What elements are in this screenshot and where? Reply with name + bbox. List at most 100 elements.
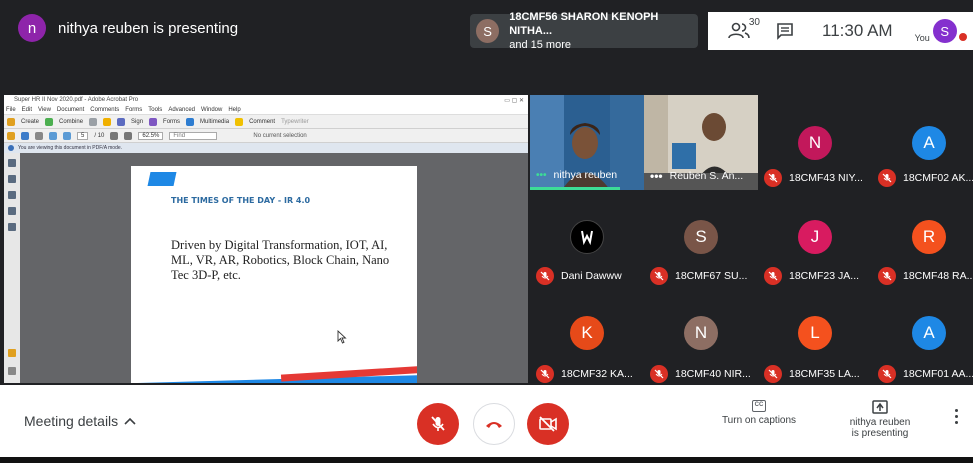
window-buttons: ▭ ▢ ✕ [504, 98, 524, 104]
participant-tile[interactable]: A 18CMF02 AK... [872, 95, 973, 188]
present-now-button[interactable]: nithya reuben is presenting [830, 400, 930, 439]
menu-document[interactable]: Document [57, 106, 84, 114]
mic-off-icon [764, 169, 782, 187]
participant-avatar: R [912, 220, 946, 254]
menu-file[interactable]: File [6, 106, 16, 114]
mic-off-icon [536, 365, 554, 383]
participant-tile[interactable]: J 18CMF23 JA... [758, 193, 872, 286]
meeting-details-button[interactable]: Meeting details [24, 413, 136, 429]
participant-tile[interactable]: N 18CMF40 NIR... [644, 291, 758, 384]
tile-label: 18CMF32 KA... [536, 365, 633, 383]
document-area: THE TIMES OF THE DAY - IR 4.0 Driven by … [4, 153, 528, 383]
bookmarks-icon[interactable] [8, 175, 16, 183]
tb-typewriter[interactable]: Typewriter [281, 119, 309, 125]
more-options-icon: ••• [650, 169, 663, 183]
participant-avatar: S [684, 220, 718, 254]
chat-button[interactable] [770, 16, 800, 46]
leave-call-button[interactable] [473, 403, 515, 445]
mouse-cursor-icon [337, 330, 347, 344]
print-icon[interactable] [35, 131, 43, 140]
tb-multimedia[interactable]: Multimedia [200, 119, 229, 125]
menu-tools[interactable]: Tools [148, 106, 162, 114]
menu-help[interactable]: Help [228, 106, 240, 114]
presenter-text: nithya reuben is presenting [58, 19, 239, 37]
speaking-indicator [530, 187, 620, 190]
tile-label: 18CMF43 NIY... [764, 169, 863, 187]
comments-icon[interactable] [8, 223, 16, 231]
zoom-field[interactable]: 62.5% [138, 131, 164, 140]
participant-tile[interactable]: Dani Dawww [530, 193, 644, 286]
menu-comments[interactable]: Comments [90, 106, 119, 114]
pdf-page: THE TIMES OF THE DAY - IR 4.0 Driven by … [131, 166, 417, 383]
signatures-icon[interactable] [8, 191, 16, 199]
slide-title: THE TIMES OF THE DAY - IR 4.0 [171, 196, 311, 205]
security-icon[interactable] [8, 367, 16, 375]
you-label: You [914, 33, 930, 43]
menu-edit[interactable]: Edit [22, 106, 32, 114]
forms-icon [149, 117, 158, 126]
mic-toggle-button[interactable] [417, 403, 459, 445]
participant-tile[interactable]: ••• nithya reuben [530, 95, 644, 190]
people-button[interactable]: 30 [724, 16, 760, 46]
page-number-field[interactable]: 5 [77, 131, 89, 140]
participant-tile[interactable]: ••• Reuben S. An... [644, 95, 758, 190]
self-account[interactable]: You S [915, 19, 967, 43]
create-icon [7, 117, 15, 126]
tile-label: 18CMF67 SU... [650, 267, 747, 285]
participant-tile[interactable]: K 18CMF32 KA... [530, 291, 644, 384]
tile-name: 18CMF43 NIY... [789, 172, 863, 184]
more-options-button[interactable] [953, 409, 959, 427]
participant-avatar: J [798, 220, 832, 254]
tb-create[interactable]: Create [21, 119, 39, 125]
zoom-icon[interactable] [124, 131, 133, 140]
tile-name: 18CMF67 SU... [675, 270, 748, 282]
tile-name: 18CMF48 RA... [903, 270, 973, 282]
attach-icon[interactable] [8, 349, 16, 357]
menu-view[interactable]: View [38, 106, 51, 114]
tb-combine[interactable]: Combine [59, 119, 83, 125]
menu-forms[interactable]: Forms [125, 106, 142, 114]
menu-window[interactable]: Window [201, 106, 222, 114]
tb-sign[interactable]: Sign [131, 119, 143, 125]
tile-label: 18CMF23 JA... [764, 267, 859, 285]
pages-icon[interactable] [8, 159, 16, 167]
tile-label: 18CMF40 NIR... [650, 365, 751, 383]
prev-page-icon[interactable] [49, 131, 57, 140]
attachments-icon[interactable] [8, 207, 16, 215]
bottom-strip [0, 457, 973, 463]
tb-comment[interactable]: Comment [249, 119, 275, 125]
participants-chip[interactable]: S 18CMF56 SHARON KENOPH NITHA... and 15 … [470, 11, 698, 51]
sign-icon [117, 117, 126, 126]
next-page-icon[interactable] [63, 131, 71, 140]
secure-icon [103, 117, 112, 126]
tile-label: 18CMF01 AA... [878, 365, 973, 383]
save-icon[interactable] [21, 131, 29, 140]
acrobat-toolbar-1: Create Combine Sign Forms Multimedia Com… [4, 115, 528, 129]
people-count: 30 [748, 17, 760, 28]
top-bar: n nithya reuben is presenting S 18CMF56 … [0, 0, 973, 60]
tile-name: 18CMF23 JA... [789, 270, 860, 282]
acrobat-menu-bar: File Edit View Document Comments Forms T… [4, 106, 528, 115]
select-icon[interactable] [110, 131, 119, 140]
captions-button[interactable]: CC Turn on captions [712, 400, 806, 426]
participant-tile[interactable]: L 18CMF35 LA... [758, 291, 872, 384]
present-icon [872, 400, 888, 414]
tile-label: Dani Dawww [536, 267, 622, 285]
people-icon [728, 22, 750, 39]
participant-tile[interactable]: A 18CMF01 AA... [872, 291, 973, 384]
menu-advanced[interactable]: Advanced [168, 106, 195, 114]
camera-toggle-button[interactable] [527, 403, 569, 445]
participant-tile[interactable]: R 18CMF48 RA... [872, 193, 973, 286]
open-icon[interactable] [7, 131, 15, 140]
participants-more: and 15 more [509, 39, 571, 51]
meeting-details-label: Meeting details [24, 413, 119, 429]
mic-off-icon [650, 267, 668, 285]
selection-status: No current selection [253, 132, 307, 139]
participant-tile[interactable]: S 18CMF67 SU... [644, 193, 758, 286]
participant-tile[interactable]: N 18CMF43 NIY... [758, 95, 872, 188]
multimedia-icon [186, 117, 195, 126]
find-field[interactable]: Find [169, 131, 218, 140]
mic-off-icon [878, 365, 896, 383]
tb-forms[interactable]: Forms [163, 119, 180, 125]
combine-icon [45, 117, 54, 126]
